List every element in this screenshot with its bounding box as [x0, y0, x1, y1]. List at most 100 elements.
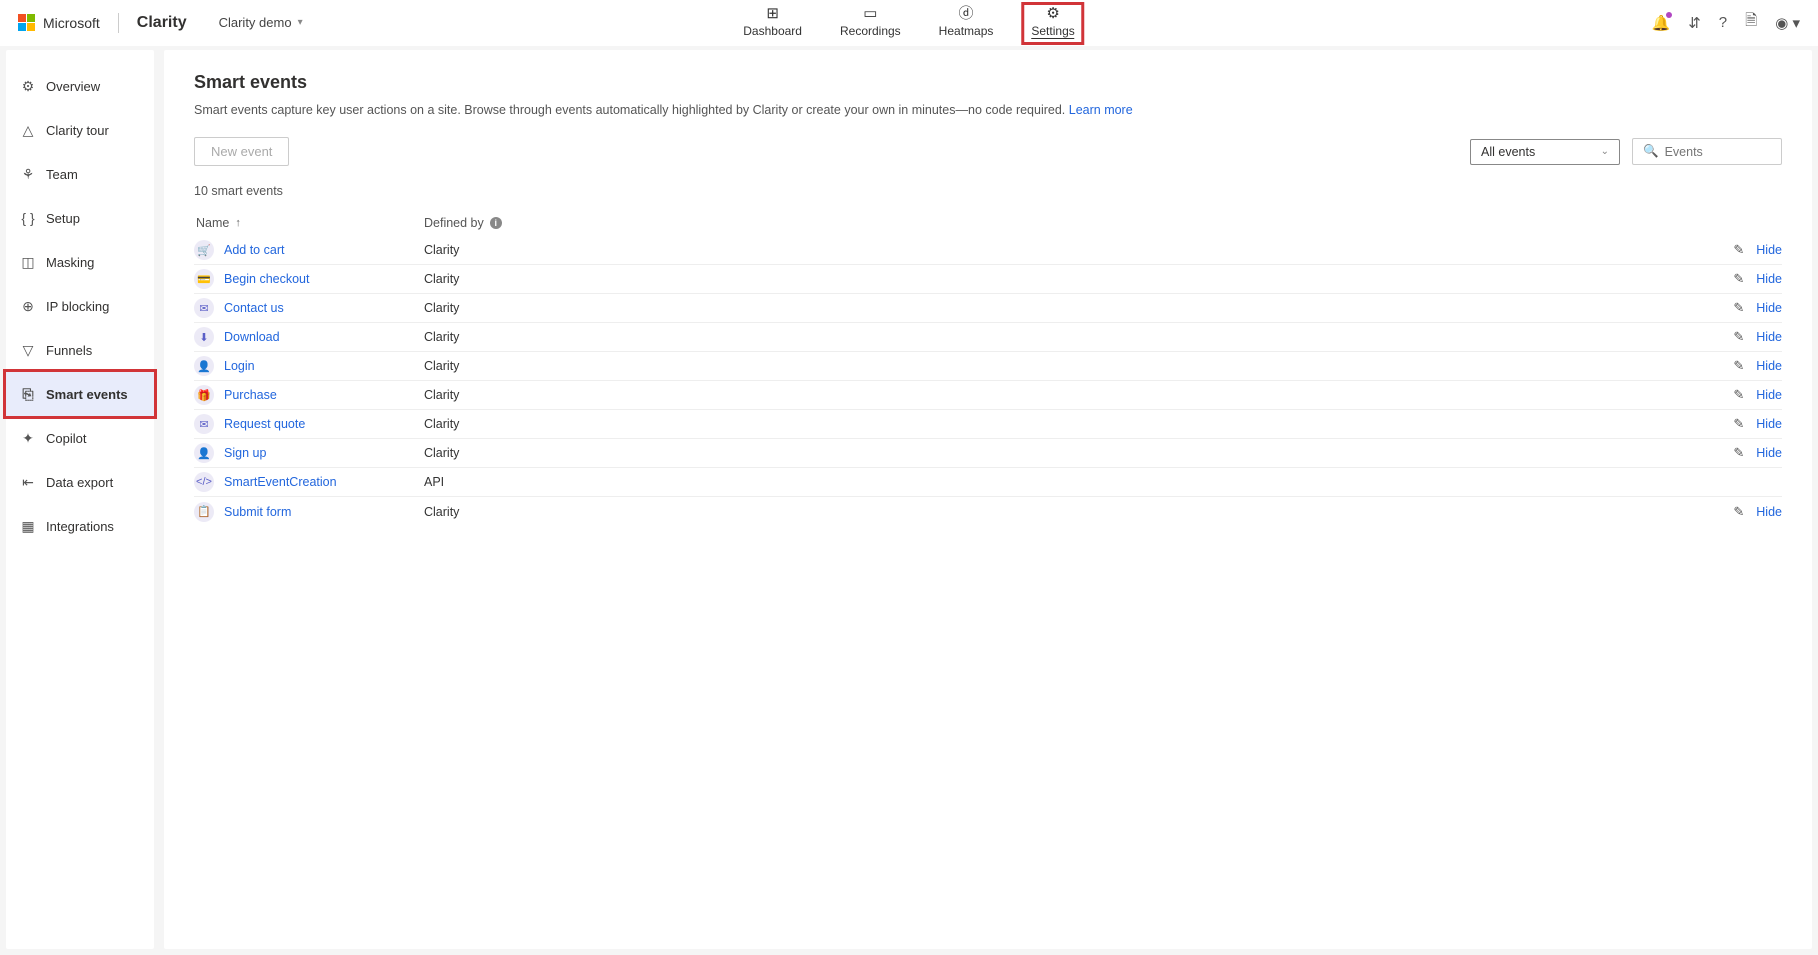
table-row: </>SmartEventCreationAPI [194, 468, 1782, 497]
search-icon: 🔍 [1643, 144, 1659, 159]
cell-actions: ✎ Hide [1712, 387, 1782, 403]
hide-link[interactable]: Hide [1756, 301, 1782, 315]
event-icon: 👤 [194, 443, 214, 463]
table-row: 📋Submit formClarity✎Hide [194, 497, 1782, 526]
hide-link[interactable]: Hide [1756, 388, 1782, 402]
hide-link[interactable]: Hide [1756, 359, 1782, 373]
cell-actions: ✎ Hide [1712, 300, 1782, 316]
sidebar-item-integrations[interactable]: ▦ Integrations [6, 504, 154, 548]
sidebar-label: Overview [46, 79, 100, 94]
chevron-down-icon: ▾ [298, 17, 303, 28]
body: ⚙ Overview △ Clarity tour ⚘ Team { } Set… [0, 46, 1818, 955]
nav-label: Dashboard [743, 24, 802, 38]
account-icon[interactable]: ◉ ▾ [1775, 14, 1800, 32]
sidebar-item-clarity-tour[interactable]: △ Clarity tour [6, 108, 154, 152]
cell-name: 💳 Begin checkout [194, 269, 424, 289]
nav-heatmaps[interactable]: ⓓ Heatmaps [933, 4, 1000, 42]
table-row: ✉Request quoteClarity✎Hide [194, 410, 1782, 439]
edit-icon[interactable]: ✎ [1733, 271, 1744, 287]
sidebar-item-funnels[interactable]: ▽ Funnels [6, 328, 154, 372]
setup-icon: { } [20, 210, 36, 226]
hide-link[interactable]: Hide [1756, 330, 1782, 344]
new-event-button[interactable]: New event [194, 137, 289, 166]
search-input[interactable] [1665, 145, 1771, 159]
filter-value: All events [1481, 145, 1535, 159]
event-count: 10 smart events [194, 184, 1782, 198]
cell-name: 👤Login [194, 356, 424, 376]
top-nav: ⊞ Dashboard ▭ Recordings ⓓ Heatmaps ⚙ Se… [737, 0, 1080, 45]
top-bar: Microsoft Clarity Clarity demo ▾ ⊞ Dashb… [0, 0, 1818, 46]
sidebar-item-copilot[interactable]: ✦ Copilot [6, 416, 154, 460]
table-header: Name ↑ Defined by i [194, 210, 1782, 236]
search-box[interactable]: 🔍 [1632, 138, 1782, 165]
sidebar-item-team[interactable]: ⚘ Team [6, 152, 154, 196]
sidebar-item-masking[interactable]: ◫ Masking [6, 240, 154, 284]
sidebar-label: Setup [46, 211, 80, 226]
hide-link[interactable]: Hide [1756, 446, 1782, 460]
hide-link[interactable]: Hide [1756, 417, 1782, 431]
nav-recordings[interactable]: ▭ Recordings [834, 4, 907, 42]
filter-dropdown[interactable]: All events ⌄ [1470, 139, 1620, 165]
event-name-link[interactable]: Purchase [224, 388, 277, 402]
cell-name: </> SmartEventCreation [194, 472, 424, 492]
notifications-icon[interactable]: 🔔 [1652, 14, 1671, 32]
hide-link[interactable]: Hide [1756, 272, 1782, 286]
help-icon[interactable]: ? [1719, 14, 1727, 31]
edit-icon[interactable]: ✎ [1733, 358, 1744, 374]
col-header-name[interactable]: Name ↑ [194, 216, 424, 230]
event-name-link[interactable]: Begin checkout [224, 272, 309, 286]
edit-icon[interactable]: ✎ [1733, 329, 1744, 345]
event-name-link[interactable]: Contact us [224, 301, 284, 315]
hide-link[interactable]: Hide [1756, 243, 1782, 257]
nav-dashboard[interactable]: ⊞ Dashboard [737, 4, 808, 42]
events-table: 🛒Add to cartClarity✎Hide💳Begin checkoutC… [194, 236, 1782, 526]
event-icon: ✉ [194, 414, 214, 434]
ip-blocking-icon: ⊕ [20, 298, 36, 315]
sidebar-label: Clarity tour [46, 123, 109, 138]
project-selector[interactable]: Clarity demo ▾ [219, 15, 303, 30]
cell-name: ✉Contact us [194, 298, 424, 318]
table-row: ✉Contact usClarity✎Hide [194, 294, 1782, 323]
edit-icon[interactable]: ✎ [1733, 242, 1744, 258]
document-icon[interactable]: 🗎 [1745, 10, 1757, 35]
microsoft-logo-icon [18, 14, 35, 31]
event-name-link[interactable]: Login [224, 359, 255, 373]
top-bar-right: 🔔 ⇵ ? 🗎 ◉ ▾ [1652, 10, 1800, 35]
event-name-link[interactable]: Download [224, 330, 280, 344]
edit-icon[interactable]: ✎ [1733, 445, 1744, 461]
page-title: Smart events [194, 72, 1782, 93]
event-name-link[interactable]: Add to cart [224, 243, 284, 257]
edit-icon[interactable]: ✎ [1733, 387, 1744, 403]
event-icon: </> [194, 472, 214, 492]
table-row: 💳Begin checkoutClarity✎Hide [194, 265, 1782, 294]
edit-icon[interactable]: ✎ [1733, 504, 1744, 520]
sidebar-item-ip-blocking[interactable]: ⊕ IP blocking [6, 284, 154, 328]
sidebar-label: Smart events [46, 387, 128, 402]
event-name-link[interactable]: Request quote [224, 417, 305, 431]
event-name-link[interactable]: SmartEventCreation [224, 475, 337, 489]
learn-more-link[interactable]: Learn more [1069, 103, 1133, 117]
edit-icon[interactable]: ✎ [1733, 416, 1744, 432]
main-content: Smart events Smart events capture key us… [164, 50, 1812, 949]
people-icon[interactable]: ⇵ [1688, 14, 1701, 32]
cell-name: ✉ Request quote [194, 414, 424, 434]
sidebar-item-data-export[interactable]: ⇤ Data export [6, 460, 154, 504]
smart-events-icon: ⎘ [20, 386, 36, 403]
event-name-link[interactable]: Sign up [224, 446, 266, 460]
integrations-icon: ▦ [20, 518, 36, 535]
sidebar-item-smart-events[interactable]: ⎘ Smart events [6, 372, 154, 416]
hide-link[interactable]: Hide [1756, 505, 1782, 519]
edit-icon[interactable]: ✎ [1733, 300, 1744, 316]
sidebar-label: Funnels [46, 343, 92, 358]
top-bar-left: Microsoft Clarity Clarity demo ▾ [18, 13, 303, 33]
event-icon: 💳 [194, 269, 214, 289]
info-icon[interactable]: i [490, 217, 502, 229]
event-icon: 🎁 [194, 385, 214, 405]
sidebar-item-overview[interactable]: ⚙ Overview [6, 64, 154, 108]
cell-actions: ✎ Hide [1712, 358, 1782, 374]
sidebar-item-setup[interactable]: { } Setup [6, 196, 154, 240]
toolbar: New event All events ⌄ 🔍 [194, 137, 1782, 166]
event-name-link[interactable]: Submit form [224, 505, 291, 519]
nav-settings[interactable]: ⚙ Settings [1025, 4, 1080, 43]
cell-defined-by: Clarity [424, 359, 1712, 373]
